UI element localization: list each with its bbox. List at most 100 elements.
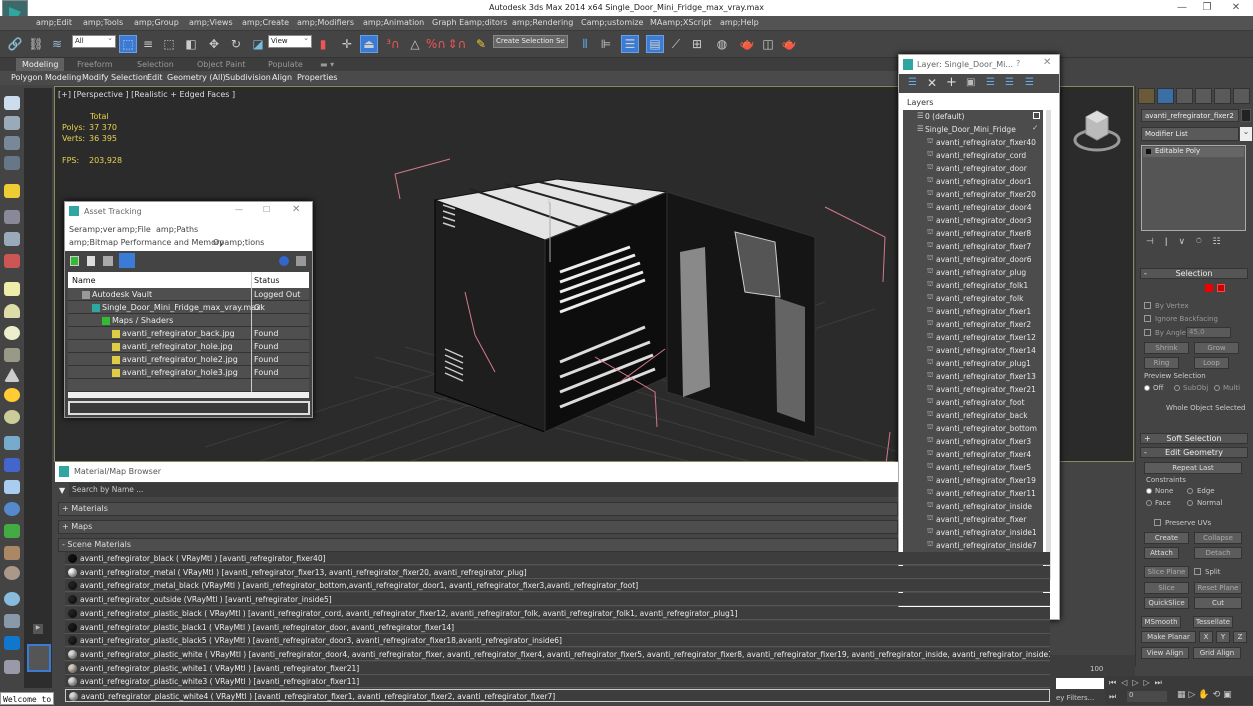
render-setup-icon[interactable]: 🫖 <box>738 35 756 53</box>
render-to-texture-icon[interactable] <box>4 614 20 628</box>
attach-button[interactable]: Attach <box>1144 547 1179 559</box>
layer-object-row[interactable]: ⛫ avanti_refregirator_fixer5 <box>903 461 1043 474</box>
asset-row[interactable]: avanti_refregirator_hole3.jpg Found <box>68 366 309 379</box>
tab-object-paint[interactable]: Object Paint <box>197 60 245 69</box>
scene-converter-icon[interactable] <box>4 660 20 674</box>
create-tab-icon[interactable] <box>1138 88 1155 104</box>
layer-object-row[interactable]: ⛫ avanti_refregirator_bottom <box>903 422 1043 435</box>
table-view-icon[interactable] <box>119 253 135 268</box>
constraint-face-radio[interactable] <box>1146 500 1152 506</box>
menu-views[interactable]: amp;Views <box>189 18 233 27</box>
menu-animation[interactable]: amp;Animation <box>363 18 424 27</box>
layer-object-row[interactable]: ⛫ avanti_refregirator_fixer8 <box>903 227 1043 240</box>
scene-material-row[interactable]: avanti_refregirator_plastic_white ( VRay… <box>65 647 1050 661</box>
plane-icon[interactable] <box>4 282 20 296</box>
utilities-tab-icon[interactable] <box>1233 88 1250 104</box>
modify-tab-icon[interactable] <box>1157 88 1174 104</box>
constraint-none-radio[interactable] <box>1146 488 1152 494</box>
asset-row[interactable]: Autodesk VaultLogged Out ... <box>68 288 309 308</box>
menu-options[interactable]: Opamp;tions <box>213 238 264 247</box>
layer-object-row[interactable]: ⛫ avanti_refregirator_foot <box>903 396 1043 409</box>
panel-modify-selection[interactable]: Modify Selection <box>82 73 148 82</box>
light-lister-icon[interactable] <box>4 184 20 198</box>
modifier-list-dropdown[interactable]: Modifier List <box>1141 127 1239 141</box>
display-tab-icon[interactable] <box>1214 88 1231 104</box>
render-frame-icon[interactable] <box>4 116 20 130</box>
panel-align[interactable]: Align <box>272 73 292 82</box>
preview-off-radio[interactable] <box>1144 385 1150 391</box>
layer-object-row[interactable]: ⛫ avanti_refregirator_door <box>903 162 1043 175</box>
reset-plane-button[interactable]: Reset Plane <box>1194 582 1242 594</box>
scene-materials-section[interactable]: - Scene Materials <box>58 538 898 552</box>
move-icon[interactable]: ✥ <box>205 35 223 53</box>
planar-x-button[interactable]: X <box>1199 631 1213 643</box>
column-name[interactable]: Name <box>72 276 96 285</box>
repeat-last-button[interactable]: Repeat Last <box>1144 462 1242 474</box>
hide-layers-icon[interactable]: ☰ <box>1005 77 1014 88</box>
panel-geometry-all[interactable]: Geometry (All) <box>167 73 226 82</box>
list-view-icon[interactable] <box>87 256 95 266</box>
asset-row[interactable]: avanti_refregirator_hole2.jpg Found <box>68 353 309 366</box>
table-icon[interactable] <box>4 156 20 170</box>
key-mode-dropdown[interactable] <box>1056 678 1104 689</box>
loop-button[interactable]: Loop <box>1194 357 1229 369</box>
constraint-normal-radio[interactable] <box>1187 500 1193 506</box>
viewport-layout-thumb[interactable] <box>27 644 51 672</box>
panel-properties[interactable]: Properties <box>297 73 337 82</box>
grow-button[interactable]: Grow <box>1194 342 1239 354</box>
msmooth-button[interactable]: MSmooth <box>1141 616 1181 628</box>
layer-object-row[interactable]: ⛫ avanti_refregirator_door4 <box>903 201 1043 214</box>
skylight-icon[interactable] <box>4 410 20 424</box>
menu-create[interactable]: amp;Create <box>242 18 289 27</box>
layer-object-row[interactable]: ⛫ avanti_refregirator_fixer40 <box>903 136 1043 149</box>
snaps-toggle-icon[interactable]: ³∩ <box>384 35 402 53</box>
planar-y-button[interactable]: Y <box>1216 631 1230 643</box>
panel-subdivision[interactable]: Subdivision <box>225 73 271 82</box>
scene-material-row[interactable]: avanti_refregirator_plastic_white1 ( VRa… <box>65 661 1050 675</box>
menu-file[interactable]: amp;File <box>117 225 151 234</box>
hierarchy-tab-icon[interactable] <box>1176 88 1193 104</box>
tab-selection[interactable]: Selection <box>137 60 174 69</box>
layer-object-row[interactable]: ⛫ avanti_refregirator_fixer2 <box>903 318 1043 331</box>
helper-icon[interactable] <box>4 232 20 246</box>
sphere-light-icon[interactable] <box>4 326 20 340</box>
layer-object-row[interactable]: ⛫ avanti_refregirator_fixer19 <box>903 474 1043 487</box>
ring-button[interactable]: Ring <box>1144 357 1179 369</box>
layer-object-row[interactable]: ⛫ avanti_refregirator_fixer11 <box>903 487 1043 500</box>
chevron-down-icon[interactable]: ⌄ <box>1240 127 1252 141</box>
close-button[interactable]: ✕ <box>1226 2 1246 13</box>
element-mode-icon[interactable] <box>1205 284 1213 292</box>
view-align-button[interactable]: View Align <box>1141 647 1189 659</box>
scene-material-row[interactable]: avanti_refregirator_metal_black (VRayMtl… <box>65 579 1050 593</box>
asset-row[interactable]: Single_Door_Mini_Fridge_max_vray.max Ok <box>68 301 309 314</box>
scene-material-row[interactable]: avanti_refregirator_outside (VRayMtl ) [… <box>65 593 1050 607</box>
object-name-field[interactable]: avanti_refregirator_fixer2 <box>1141 109 1239 122</box>
layer-object-row[interactable]: ⛫ avanti_refregirator_plug <box>903 266 1043 279</box>
cut-button[interactable]: Cut <box>1194 597 1242 609</box>
spinner-snap-icon[interactable]: ⇕∩ <box>448 35 467 53</box>
tab-freeform[interactable]: Freeform <box>77 60 113 69</box>
keyboard-shortcut-override-icon[interactable]: ⏏ <box>360 35 378 53</box>
browser-options-icon[interactable]: ▼ <box>59 486 65 495</box>
menu-modifiers[interactable]: amp;Modifiers <box>297 18 354 27</box>
menu-tools[interactable]: amp;Tools <box>83 18 123 27</box>
spacewarp-icon[interactable] <box>4 436 20 450</box>
menu-edit[interactable]: amp;Edit <box>36 18 72 27</box>
motion-tab-icon[interactable] <box>1195 88 1212 104</box>
playback-buttons[interactable]: ⏮◁▷▷⏭ <box>1109 678 1167 688</box>
panel-edit[interactable]: Edit <box>147 73 163 82</box>
ornatrix-icon[interactable] <box>4 566 20 580</box>
help-icon[interactable] <box>279 256 289 266</box>
menu-graph-editors[interactable]: Graph Eamp;ditors <box>432 18 507 27</box>
scene-material-row[interactable]: avanti_refregirator_metal ( VRayMtl ) [a… <box>65 565 1050 579</box>
scene-explorer-icon[interactable]: ▤ <box>646 35 664 53</box>
select-layer-icon[interactable]: ▣ <box>966 77 975 88</box>
preview-subobj-radio[interactable] <box>1174 385 1180 391</box>
minimize-button[interactable]: — <box>235 205 243 214</box>
key-mode-icon[interactable]: ⏭ <box>1109 692 1116 702</box>
split-checkbox[interactable] <box>1194 568 1201 575</box>
close-button[interactable]: ✕ <box>1043 57 1051 68</box>
by-angle-checkbox[interactable] <box>1144 329 1151 336</box>
menu-group[interactable]: amp;Group <box>134 18 179 27</box>
layer-manager-icon[interactable]: ☰ <box>621 35 639 53</box>
